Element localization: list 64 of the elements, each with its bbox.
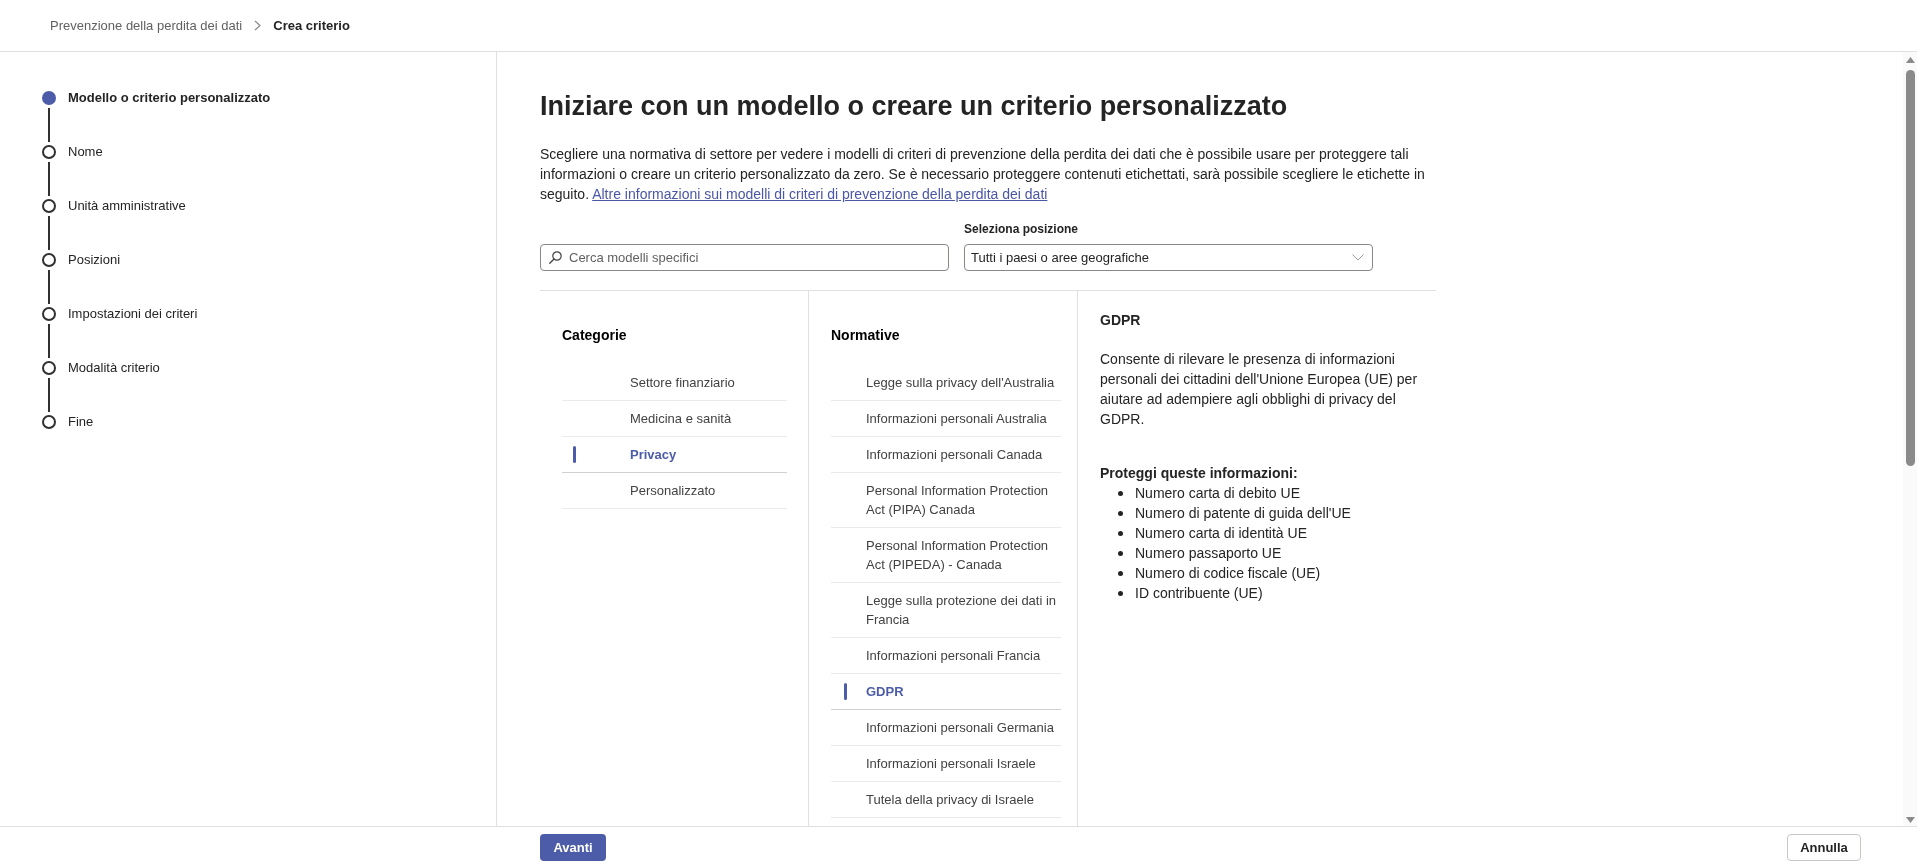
regulation-item[interactable]: Informazioni personali Israele [831, 746, 1061, 782]
category-item[interactable]: Settore finanziario [562, 365, 787, 401]
protected-info-item: Numero carta di debito UE [1135, 484, 1300, 503]
step-label: Nome [68, 145, 103, 159]
protected-info-item: ID contribuente (UE) [1135, 584, 1263, 603]
chevron-right-icon [254, 20, 262, 31]
location-label: Seleziona posizione [964, 221, 1080, 238]
protected-info-item: Numero di patente di guida dell'UE [1135, 504, 1351, 523]
search-icon [549, 251, 562, 264]
location-dropdown[interactable]: Tutti i paesi o aree geografiche [964, 244, 1373, 271]
scroll-down-arrow-icon[interactable] [1905, 817, 1915, 823]
step-connector [48, 378, 50, 412]
bullet-icon [1118, 530, 1123, 536]
list-heading: Proteggi queste informazioni: [1100, 464, 1299, 483]
regulation-item[interactable]: Tutela della privacy di Israele [831, 782, 1061, 818]
category-item[interactable]: Personalizzato [562, 473, 787, 509]
bullet-icon [1118, 590, 1123, 596]
regulation-item[interactable]: Informazioni personali Australia [831, 401, 1061, 437]
column-heading: Categorie [562, 326, 628, 344]
regulation-item[interactable]: GDPR [831, 674, 1061, 710]
scrollbar-thumb[interactable] [1905, 70, 1915, 466]
next-button[interactable]: Avanti [540, 833, 606, 861]
bullet-icon [1118, 570, 1123, 576]
cancel-button[interactable]: Annulla [1787, 833, 1861, 861]
details-title: GDPR [1100, 311, 1142, 330]
page-title: Iniziare con un modello o creare un criterio personalizzato [540, 90, 1289, 123]
step-connector [48, 270, 50, 304]
scrollbar[interactable] [1903, 52, 1917, 826]
search-field[interactable]: Cerca modelli specifici [540, 244, 949, 271]
protected-info-item: Numero di codice fiscale (UE) [1135, 564, 1321, 583]
bullet-icon [1118, 510, 1123, 516]
chevron-down-icon [1352, 254, 1364, 261]
regulation-item[interactable]: Personal Information Protection Act (PIPEDA) - Canada [831, 528, 1061, 583]
step-connector [48, 216, 50, 250]
regulation-item[interactable]: Informazioni personali Germania [831, 710, 1061, 746]
selection-marker-icon [573, 446, 576, 463]
step-label: Modello o criterio personalizzato [68, 91, 271, 105]
regulation-item[interactable]: Informazioni personali Canada [831, 437, 1061, 473]
breadcrumb-link[interactable]: Prevenzione della perdita dei dati [50, 18, 243, 33]
step-connector [48, 108, 50, 142]
scroll-up-arrow-icon[interactable] [1905, 57, 1915, 63]
regulation-item[interactable]: Legge sulla protezione dei dati in Francia [831, 583, 1061, 638]
step-connector [48, 162, 50, 196]
category-item[interactable]: Privacy [562, 437, 787, 473]
category-item[interactable]: Medicina e sanità [562, 401, 787, 437]
details-description: Consente di rilevare le presenza di informazioni personali dei cittadini dell'Unione Europea (UE) per aiutare ad adempiere agli obblighi di privacy del GDPR. [1100, 350, 1419, 429]
page-description: Scegliere una normativa di settore per vedere i modelli di criteri di prevenzione della perdita dei dati che è possibile usare per proteggere tali informazioni o creare un criterio personalizzato da zero. Se è necessario proteggere contenuti etichettati, sarà possibile scegliere le etichette in seguito. Altre informazioni sui modelli di criteri di prevenzione della perdita dei dati [540, 145, 1426, 204]
step-label: Posizioni [68, 253, 121, 267]
protected-info-item: Numero carta di identità UE [1135, 524, 1307, 543]
regulation-item[interactable]: Informazioni personali Francia [831, 638, 1061, 674]
protected-info-item: Numero passaporto UE [1135, 544, 1282, 563]
column-heading: Normative [831, 326, 901, 344]
selection-marker-icon [844, 683, 847, 700]
bullet-icon [1118, 550, 1123, 556]
step-connector [48, 324, 50, 358]
regulation-item[interactable]: Personal Information Protection Act (PIPA) Canada [831, 473, 1061, 528]
breadcrumb-current-page: Crea criterio [273, 18, 350, 33]
regulation-item[interactable]: Legge sulla privacy dell'Australia [831, 365, 1061, 401]
step-label: Fine [68, 415, 94, 429]
bullet-icon [1118, 490, 1123, 496]
step-label: Impostazioni dei criteri [68, 307, 198, 321]
step-label: Unità amministrative [68, 199, 186, 213]
step-label: Modalità criterio [68, 361, 160, 375]
learn-more-link[interactable]: Altre informazioni sui modelli di criteri di prevenzione della perdita dei dati [592, 186, 1048, 202]
